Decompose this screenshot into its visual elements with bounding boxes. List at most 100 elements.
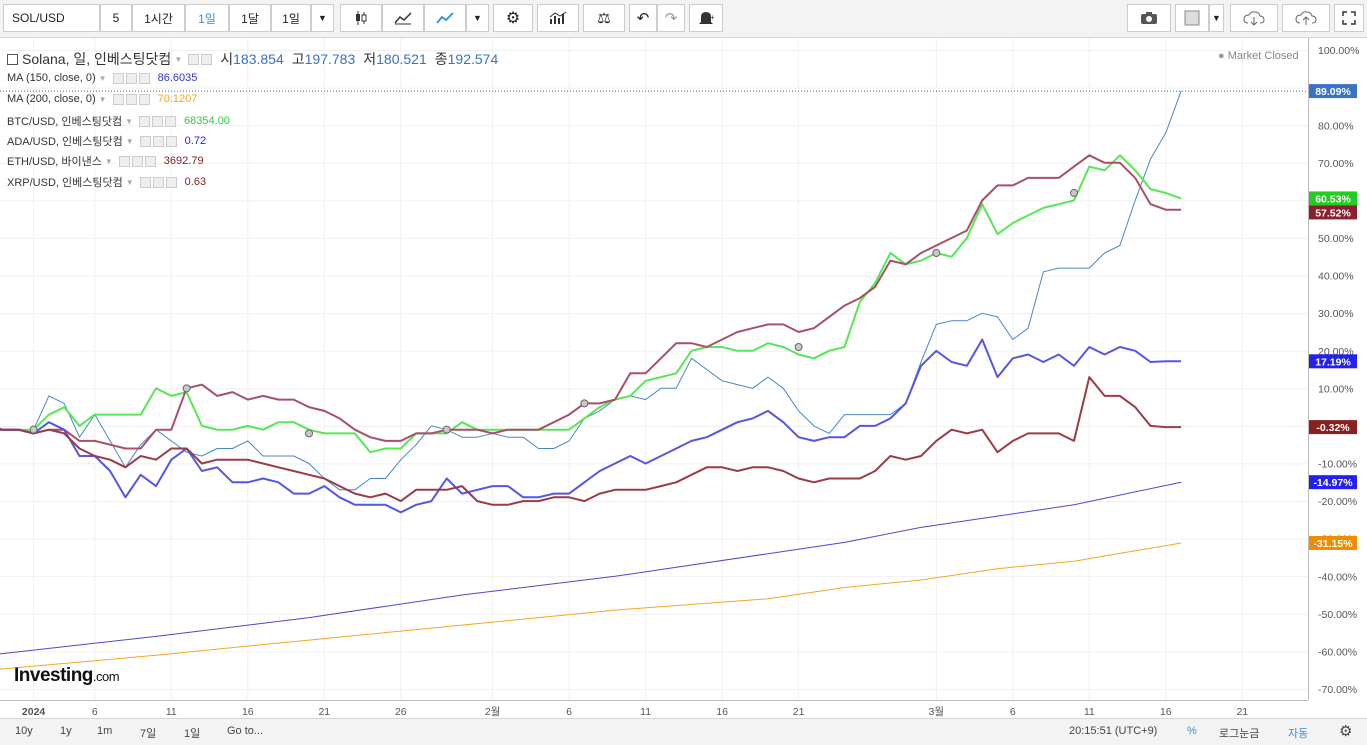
redo-icon[interactable]: ↷ [657, 4, 685, 32]
interval-1h-button[interactable]: 1시간 [132, 4, 185, 32]
study-legend-row: MA (200, close, 0) ▼ 70.1207 [7, 93, 197, 105]
x-tick-label: 2월 [485, 706, 501, 718]
interval-1y-button[interactable]: 1일 [271, 4, 311, 32]
interval-dropdown-icon[interactable]: ▼ [311, 4, 334, 32]
camera-icon[interactable] [1127, 4, 1171, 32]
y-tick-label: -10.00% [1318, 459, 1357, 471]
series-line-sol-usd [0, 90, 1182, 491]
toolbar: SOL/USD 5 1시간 1일 1달 1일 ▼ ▼ ⚙ ⚖ ↶ ↷ + ▼ [0, 0, 1367, 38]
cloud-upload-icon[interactable] [1282, 4, 1330, 32]
symbol-input[interactable]: SOL/USD [3, 4, 100, 32]
x-tick-label: 16 [716, 706, 728, 718]
log-scale-toggle[interactable]: 로그눈금 [1219, 725, 1259, 741]
goto-button[interactable]: Go to... [227, 725, 263, 737]
study-value: 70.1207 [157, 93, 198, 105]
y-tick-label: -20.00% [1318, 496, 1357, 508]
close-label: 종 [434, 51, 448, 67]
settings-gear-icon[interactable] [152, 115, 164, 127]
range-button[interactable]: 7일 [140, 725, 156, 741]
market-status-text: Market Closed [1227, 50, 1299, 62]
visibility-eye-icon[interactable] [118, 155, 130, 167]
series-line-btc-usd [0, 154, 1182, 454]
main-series-dropdown-icon[interactable]: ▼ [174, 55, 182, 64]
close-value: 192.574 [447, 51, 499, 67]
last-value-label: 89.09% [1315, 86, 1351, 98]
settings-gear-icon[interactable] [201, 53, 213, 65]
close-icon[interactable] [165, 176, 177, 188]
y-tick-label: 80.00% [1318, 120, 1354, 132]
study-dropdown-icon[interactable]: ▼ [99, 95, 107, 104]
chart-area[interactable]: 110.00%100.00%90.00%80.00%70.00%60.00%50… [0, 8, 1367, 728]
compare-scale-icon[interactable]: ⚖ [583, 4, 625, 32]
alert-bell-icon[interactable]: + [689, 4, 723, 32]
market-status: ● Market Closed [1218, 50, 1299, 62]
undo-icon[interactable]: ↶ [629, 4, 657, 32]
settings-gear-icon[interactable] [152, 135, 164, 147]
collapse-legend-icon[interactable] [7, 53, 18, 65]
settings-gear-icon[interactable] [125, 93, 137, 105]
interval-5min-button[interactable]: 5 [100, 4, 132, 32]
interval-1mo-button[interactable]: 1달 [229, 4, 271, 32]
indicators-icon[interactable] [537, 4, 579, 32]
close-icon[interactable] [165, 115, 177, 127]
template-box-icon[interactable] [1175, 4, 1209, 32]
settings-gear-icon[interactable] [152, 176, 164, 188]
visibility-eye-icon[interactable] [139, 115, 151, 127]
close-icon[interactable] [144, 155, 156, 167]
close-icon[interactable] [138, 72, 150, 84]
visibility-eye-icon[interactable] [112, 72, 124, 84]
x-tick-label: 11 [1084, 706, 1095, 718]
visibility-eye-icon[interactable] [139, 176, 151, 188]
x-tick-label: 21 [1236, 706, 1248, 718]
last-value-label: -14.97% [1313, 477, 1353, 489]
study-name: ETH/USD, 바이낸스 [7, 156, 102, 168]
close-icon[interactable] [165, 135, 177, 147]
event-marker [305, 429, 313, 438]
open-label: 시 [220, 51, 234, 67]
settings-gear-icon[interactable]: ⚙ [1339, 722, 1352, 740]
fullscreen-icon[interactable] [1334, 4, 1364, 32]
visibility-eye-icon[interactable] [188, 53, 200, 65]
visibility-eye-icon[interactable] [112, 93, 124, 105]
range-button[interactable]: 1y [60, 725, 72, 737]
range-button[interactable]: 1일 [184, 725, 200, 741]
range-button[interactable]: 1m [97, 725, 112, 737]
line-chart-icon[interactable] [424, 4, 466, 32]
x-tick-label: 6 [92, 706, 98, 718]
settings-gear-icon[interactable]: ⚙ [493, 4, 533, 32]
study-dropdown-icon[interactable]: ▼ [126, 178, 134, 187]
y-tick-label: 30.00% [1318, 308, 1354, 320]
x-tick-label: 21 [318, 706, 330, 718]
area-chart-icon[interactable] [382, 4, 424, 32]
interval-1d-button[interactable]: 1일 [185, 4, 229, 32]
candlestick-icon[interactable] [340, 4, 382, 32]
low-label: 저 [363, 51, 377, 67]
auto-scale-toggle[interactable]: 자동 [1288, 725, 1308, 741]
y-tick-label: 50.00% [1318, 233, 1354, 245]
main-legend: Solana, 일, 인베스팅닷컴 ▼ 시 183.854 고 197.783 … [7, 49, 498, 69]
study-dropdown-icon[interactable]: ▼ [126, 137, 134, 146]
x-tick-label: 6 [1010, 706, 1016, 718]
study-dropdown-icon[interactable]: ▼ [105, 157, 113, 166]
settings-gear-icon[interactable] [125, 72, 137, 84]
event-marker [1070, 188, 1078, 197]
cloud-download-icon[interactable] [1230, 4, 1278, 32]
x-tick-label: 2024 [22, 706, 46, 718]
y-tick-label: -50.00% [1318, 609, 1357, 621]
study-dropdown-icon[interactable]: ▼ [99, 74, 107, 83]
x-tick-label: 3월 [929, 706, 945, 718]
settings-gear-icon[interactable] [131, 155, 143, 167]
study-legend-row: BTC/USD, 인베스팅닷컴 ▼ 68354.00 [7, 113, 230, 129]
percent-toggle[interactable]: % [1187, 725, 1197, 737]
visibility-eye-icon[interactable] [139, 135, 151, 147]
study-dropdown-icon[interactable]: ▼ [125, 117, 133, 126]
template-dropdown-icon[interactable]: ▼ [1209, 4, 1224, 32]
chart-type-dropdown-icon[interactable]: ▼ [466, 4, 489, 32]
investing-logo: Investing.com [14, 665, 120, 687]
last-value-label: 57.52% [1315, 207, 1351, 219]
series-line-xrp-usd [0, 154, 1182, 450]
range-button[interactable]: 10y [15, 725, 33, 737]
y-tick-label: 70.00% [1318, 158, 1354, 170]
series-line-eth-usd [0, 376, 1182, 506]
close-icon[interactable] [138, 93, 150, 105]
